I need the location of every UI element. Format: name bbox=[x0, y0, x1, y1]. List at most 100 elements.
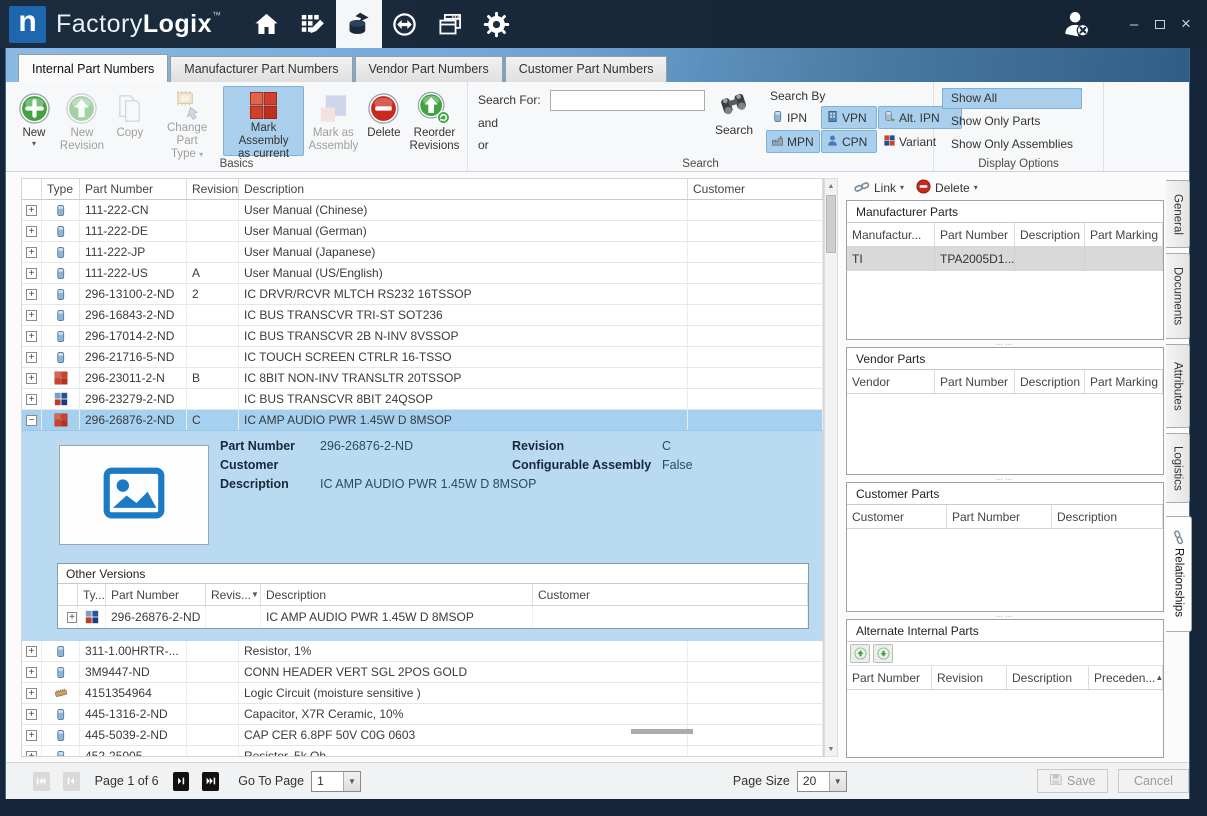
part-row-296-26876-2-ND[interactable]: −296-26876-2-ND C IC AMP AUDIO PWR 1.45W D… bbox=[22, 410, 823, 431]
row-expander[interactable]: + bbox=[26, 645, 37, 657]
manufacturer-parts-header-part-marking[interactable]: Part Marking bbox=[1085, 223, 1163, 246]
copy-button[interactable]: Copy bbox=[109, 86, 151, 156]
side-tab-documents[interactable]: Documents bbox=[1166, 253, 1190, 339]
show-only-assemblies-option[interactable]: Show Only Assemblies bbox=[942, 134, 1082, 155]
go-to-page-select[interactable]: 1 ▼ bbox=[311, 770, 361, 792]
scrollbar-thumb[interactable] bbox=[826, 195, 836, 253]
mark-assembly-as-current-button[interactable]: Mark Assembly as current bbox=[223, 86, 304, 160]
part-row-445-1316-2-ND[interactable]: +445-1316-2-ND Capacitor, X7R Ceramic, 10… bbox=[22, 704, 823, 725]
change-part-type-button[interactable]: Change Part Type ▾ bbox=[153, 86, 221, 160]
search-by-mpn-toggle[interactable]: MPN bbox=[766, 130, 820, 153]
row-expander[interactable]: + bbox=[26, 729, 37, 741]
mark-as-assembly-button[interactable]: Mark as Assembly bbox=[306, 86, 361, 156]
row-expander[interactable]: + bbox=[26, 687, 37, 699]
first-page-button[interactable] bbox=[33, 771, 50, 791]
close-button[interactable]: × bbox=[1173, 0, 1199, 48]
row-expander[interactable]: + bbox=[67, 611, 77, 623]
scroll-up-arrow[interactable]: ▲ bbox=[825, 179, 837, 193]
next-page-button[interactable] bbox=[172, 771, 190, 791]
minimize-button[interactable]: – bbox=[1121, 0, 1147, 48]
row-expander[interactable]: + bbox=[26, 750, 37, 756]
part-row-111-222-JP[interactable]: +111-222-JP User Manual (Japanese) bbox=[22, 242, 823, 263]
tab-internal-part-numbers[interactable]: Internal Part Numbers bbox=[18, 54, 169, 82]
home-icon[interactable] bbox=[244, 0, 290, 48]
row-expander[interactable]: + bbox=[26, 309, 37, 321]
page-size-select[interactable]: 20 ▼ bbox=[796, 770, 847, 792]
reports-icon[interactable] bbox=[428, 0, 474, 48]
search-by-vpn-toggle[interactable]: VPN bbox=[821, 106, 877, 129]
tab-customer-part-numbers[interactable]: Customer Part Numbers bbox=[504, 56, 668, 82]
alternate-parts-header-part-number[interactable]: Part Number bbox=[847, 666, 932, 689]
panel-splitter[interactable]: …… bbox=[846, 612, 1164, 619]
row-expander[interactable]: + bbox=[26, 393, 37, 405]
grid-header-expander[interactable] bbox=[22, 179, 42, 199]
search-input[interactable] bbox=[550, 89, 705, 111]
part-row-445-5039-2-ND[interactable]: +445-5039-2-ND CAP CER 6.8PF 50V C0G 0603 bbox=[22, 725, 823, 746]
tab-vendor-part-numbers[interactable]: Vendor Part Numbers bbox=[354, 56, 503, 82]
scroll-down-arrow[interactable]: ▼ bbox=[825, 742, 837, 756]
row-expander[interactable]: + bbox=[26, 246, 37, 258]
other-versions-header-customer[interactable]: Customer bbox=[533, 584, 808, 605]
reorder-revisions-button[interactable]: Reorder Revisions bbox=[407, 86, 462, 156]
side-tab-logistics[interactable]: Logistics bbox=[1166, 433, 1190, 503]
part-row-311-1.00HRTR-...[interactable]: +311-1.00HRTR-... Resistor, 1% bbox=[22, 641, 823, 662]
manufacturer-parts-header-part-number[interactable]: Part Number bbox=[935, 223, 1015, 246]
row-expander[interactable]: + bbox=[26, 267, 37, 279]
user-logout-icon[interactable] bbox=[1061, 8, 1093, 40]
manufacturer-parts-header-description[interactable]: Description bbox=[1015, 223, 1085, 246]
other-versions-header-revis-[interactable]: Revis... ▼ bbox=[206, 584, 261, 605]
row-expander[interactable]: + bbox=[26, 666, 37, 678]
grid-header-customer[interactable]: Customer bbox=[688, 179, 823, 199]
customer-parts-header-part-number[interactable]: Part Number bbox=[947, 505, 1052, 528]
grid-header-type[interactable]: Type bbox=[42, 179, 80, 199]
row-expander[interactable]: + bbox=[26, 204, 37, 216]
part-row-296-23011-2-N[interactable]: +296-23011-2-N B IC 8BIT NON-INV TRANSLTR … bbox=[22, 368, 823, 389]
previous-page-button[interactable] bbox=[62, 771, 80, 791]
tab-manufacturer-part-numbers[interactable]: Manufacturer Part Numbers bbox=[170, 56, 353, 82]
search-button[interactable]: Search bbox=[710, 90, 758, 156]
part-row-111-222-DE[interactable]: +111-222-DE User Manual (German) bbox=[22, 221, 823, 242]
row-expander[interactable]: + bbox=[26, 330, 37, 342]
part-row-296-17014-2-ND[interactable]: +296-17014-2-ND IC BUS TRANSCVR 2B N-INV … bbox=[22, 326, 823, 347]
customer-parts-header-description[interactable]: Description bbox=[1052, 505, 1163, 528]
part-row-111-222-CN[interactable]: +111-222-CN User Manual (Chinese) bbox=[22, 200, 823, 221]
part-row-296-21716-5-ND[interactable]: +296-21716-5-ND IC TOUCH SCREEN CTRLR 16-… bbox=[22, 347, 823, 368]
new-button[interactable]: New ▾ bbox=[13, 86, 55, 156]
other-versions-header-part-number[interactable]: Part Number bbox=[106, 584, 206, 605]
row-expander[interactable]: − bbox=[26, 414, 37, 426]
search-by-ipn-toggle[interactable]: IPN bbox=[766, 106, 820, 129]
part-row-452-25005[interactable]: +452-25005 Resistor, 5k Oh bbox=[22, 746, 823, 756]
planner-icon[interactable] bbox=[290, 0, 336, 48]
part-row-296-13100-2-ND[interactable]: +296-13100-2-ND 2 IC DRVR/RCVR MLTCH RS232… bbox=[22, 284, 823, 305]
grid-header-revision[interactable]: Revision bbox=[187, 179, 239, 199]
grid-header-part-number[interactable]: Part Number bbox=[80, 179, 187, 199]
delete-button[interactable]: Delete bbox=[363, 86, 405, 156]
row-expander[interactable]: + bbox=[26, 351, 37, 363]
show-only-parts-option[interactable]: Show Only Parts bbox=[942, 111, 1082, 132]
vendor-parts-header-part-marking[interactable]: Part Marking bbox=[1085, 370, 1163, 393]
show-all-option[interactable]: Show All bbox=[942, 88, 1083, 109]
move-down-button[interactable] bbox=[873, 644, 893, 663]
alternate-parts-header-revision[interactable]: Revision bbox=[932, 666, 1007, 689]
row-expander[interactable]: + bbox=[26, 708, 37, 720]
vendor-parts-header-vendor[interactable]: Vendor bbox=[847, 370, 935, 393]
alternate-parts-header-preceden-[interactable]: Preceden... ▲ bbox=[1089, 666, 1163, 689]
maximize-button[interactable] bbox=[1147, 0, 1173, 48]
vertical-scrollbar[interactable]: ▲ ▼ bbox=[824, 178, 838, 757]
transfer-icon[interactable] bbox=[382, 0, 428, 48]
part-row-4151354964[interactable]: +4151354964 Logic Circuit (moisture sensi… bbox=[22, 683, 823, 704]
side-tab-relationships[interactable]: Relationships bbox=[1166, 516, 1192, 632]
link-button[interactable]: Link ▾ bbox=[850, 178, 908, 199]
panel-splitter[interactable]: …… bbox=[846, 340, 1164, 347]
new-revision-button[interactable]: New Revision bbox=[57, 86, 107, 156]
manufacturer-parts-row-TI[interactable]: TI TPA2005D1... bbox=[847, 247, 1163, 271]
search-by-cpn-toggle[interactable]: CPN bbox=[821, 130, 877, 153]
part-row-3M9447-ND[interactable]: +3M9447-ND CONN HEADER VERT SGL 2POS GOLD bbox=[22, 662, 823, 683]
side-tab-attributes[interactable]: Attributes bbox=[1166, 344, 1190, 428]
other-version-row-296-26876-2-ND[interactable]: +296-26876-2-ND IC AMP AUDIO PWR 1.45W D … bbox=[58, 606, 808, 628]
move-up-button[interactable] bbox=[850, 644, 870, 663]
customer-parts-header-customer[interactable]: Customer bbox=[847, 505, 947, 528]
manufacturer-parts-header-manufactur-[interactable]: Manufactur... bbox=[847, 223, 935, 246]
other-versions-header-ty-[interactable]: Ty... bbox=[78, 584, 106, 605]
row-expander[interactable]: + bbox=[26, 225, 37, 237]
